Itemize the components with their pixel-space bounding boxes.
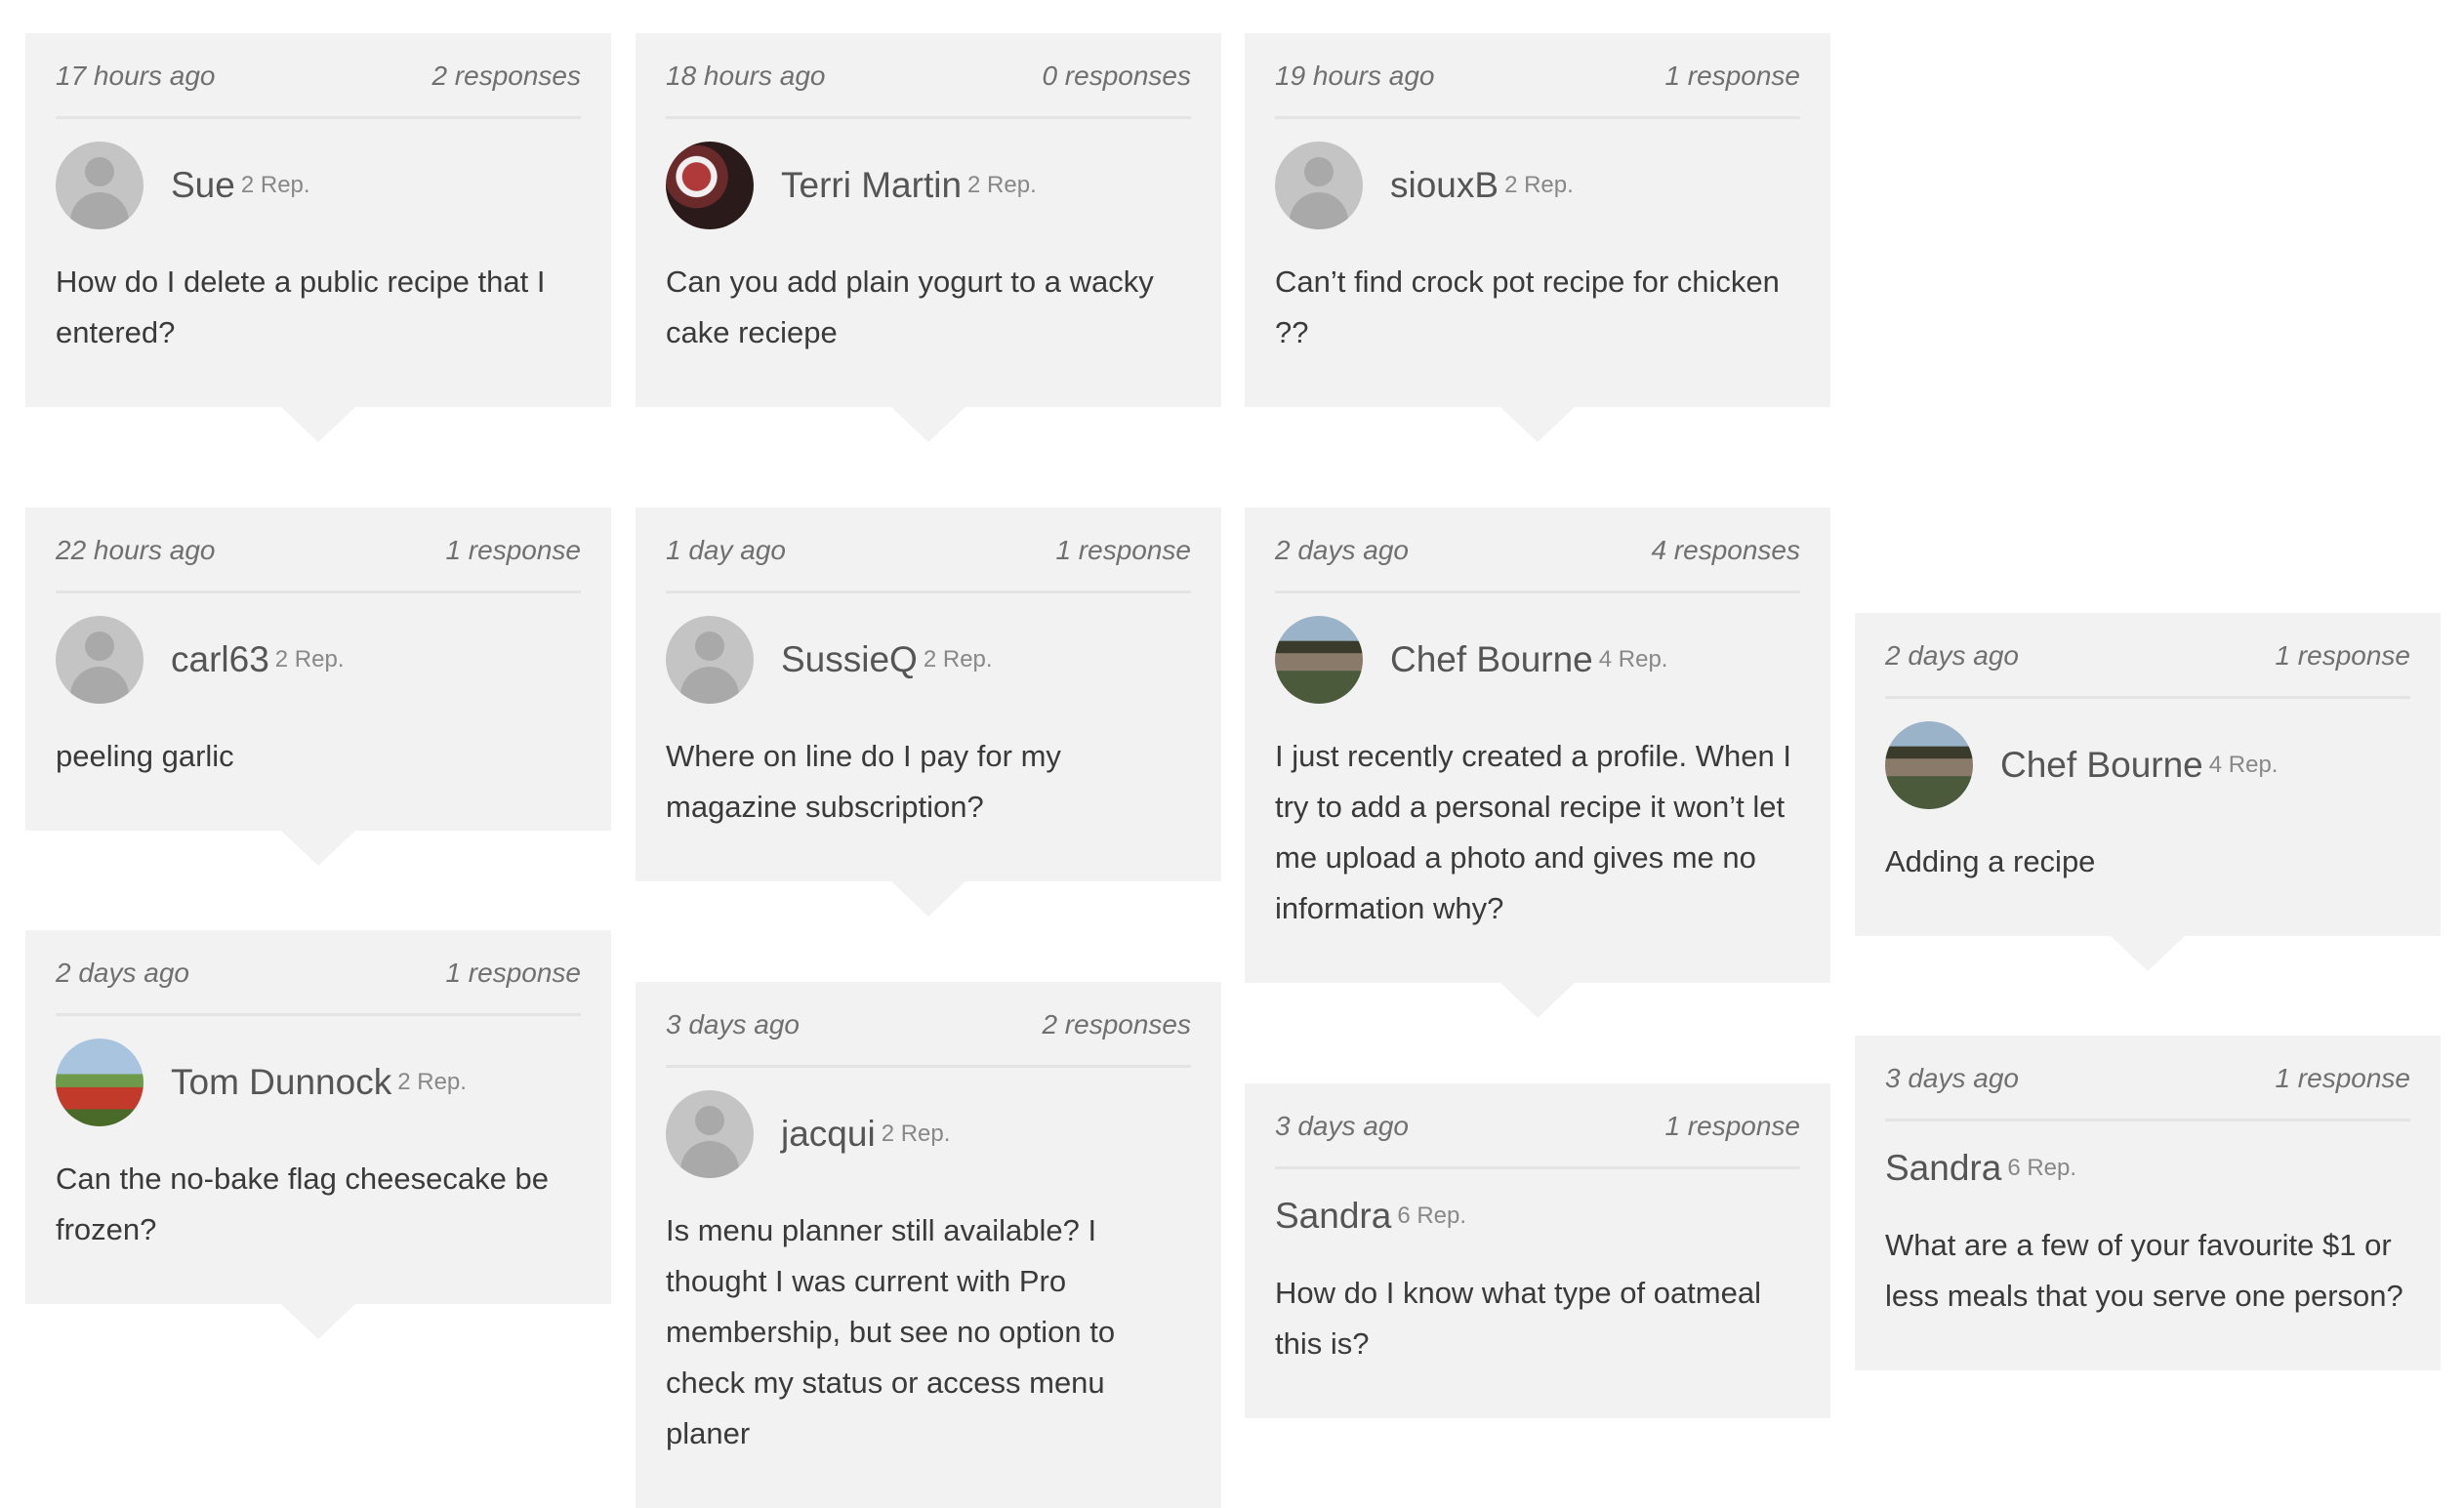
post-time: 2 days ago: [1885, 639, 2019, 671]
post-time: 3 days ago: [1275, 1110, 1409, 1141]
tractor-photo-avatar-icon[interactable]: [56, 1038, 144, 1126]
question-text[interactable]: Is menu planner still available? I thoug…: [666, 1200, 1191, 1508]
card-meta: 3 days ago 1 response: [1885, 1036, 2410, 1121]
username[interactable]: siouxB: [1390, 165, 1499, 206]
response-count[interactable]: 2 responses: [1042, 1009, 1191, 1040]
question-text[interactable]: How do I delete a public recipe that I e…: [56, 251, 581, 407]
question-text[interactable]: What are a few of your favourite $1 or l…: [1885, 1214, 2410, 1370]
username[interactable]: Sandra: [1885, 1148, 2001, 1189]
user-row: Chef Bourne 4 Rep.: [1275, 593, 1800, 725]
username[interactable]: Sandra: [1275, 1196, 1391, 1237]
default-avatar-icon[interactable]: [56, 141, 144, 229]
card-meta: 2 days ago 1 response: [56, 930, 581, 1016]
post-time: 1 day ago: [666, 534, 786, 565]
card-meta: 3 days ago 1 response: [1275, 1083, 1800, 1169]
question-text[interactable]: Can you add plain yogurt to a wacky cake…: [666, 251, 1191, 407]
username[interactable]: Terri Martin: [781, 165, 962, 206]
user-row: Sandra 6 Rep.: [1275, 1169, 1800, 1262]
response-count[interactable]: 1 response: [1664, 61, 1800, 92]
user-row: carl63 2 Rep.: [56, 593, 581, 725]
reputation: 2 Rep.: [967, 171, 1037, 198]
question-text[interactable]: I just recently created a profile. When …: [1275, 725, 1800, 983]
user-row: jacqui 2 Rep.: [666, 1068, 1191, 1200]
username[interactable]: Chef Bourne: [2000, 745, 2203, 786]
reputation: 2 Rep.: [923, 645, 993, 672]
question-card[interactable]: 2 days ago 1 response Tom Dunnock 2 Rep.…: [25, 930, 611, 1339]
question-text[interactable]: Can’t find crock pot recipe for chicken …: [1275, 251, 1800, 407]
post-time: 3 days ago: [1885, 1062, 2019, 1093]
card-meta: 19 hours ago 1 response: [1275, 33, 1800, 119]
response-count[interactable]: 1 response: [1664, 1111, 1800, 1142]
reputation: 2 Rep.: [881, 1120, 951, 1147]
question-card[interactable]: 1 day ago 1 response SussieQ 2 Rep. Wher…: [636, 508, 1221, 917]
question-card[interactable]: 2 days ago 4 responses Chef Bourne 4 Rep…: [1245, 508, 1830, 1018]
post-time: 17 hours ago: [56, 60, 216, 91]
chef-photo-avatar-icon[interactable]: [1275, 615, 1363, 704]
username[interactable]: Tom Dunnock: [171, 1062, 391, 1103]
post-time: 2 days ago: [1275, 534, 1409, 565]
question-text[interactable]: How do I know what type of oatmeal this …: [1275, 1262, 1800, 1418]
default-avatar-icon[interactable]: [666, 1089, 754, 1178]
response-count[interactable]: 4 responses: [1651, 535, 1800, 566]
response-count[interactable]: 1 response: [2275, 640, 2410, 672]
question-card[interactable]: 22 hours ago 1 response carl63 2 Rep. pe…: [25, 508, 611, 866]
username[interactable]: Chef Bourne: [1390, 639, 1593, 680]
card-meta: 2 days ago 4 responses: [1275, 508, 1800, 593]
user-row: Sue 2 Rep.: [56, 119, 581, 251]
response-count[interactable]: 0 responses: [1042, 61, 1191, 92]
reputation: 2 Rep.: [1504, 171, 1574, 198]
response-count[interactable]: 1 response: [445, 535, 581, 566]
question-text[interactable]: peeling garlic: [56, 725, 581, 831]
card-meta: 3 days ago 2 responses: [666, 982, 1191, 1068]
user-row: Terri Martin 2 Rep.: [666, 119, 1191, 251]
username[interactable]: SussieQ: [781, 639, 918, 680]
user-row: Tom Dunnock 2 Rep.: [56, 1016, 581, 1148]
response-count[interactable]: 1 response: [2275, 1063, 2410, 1094]
food-photo-avatar-icon[interactable]: [666, 141, 754, 229]
reputation: 2 Rep.: [274, 645, 345, 672]
username[interactable]: carl63: [171, 639, 269, 680]
question-card[interactable]: 3 days ago 2 responses jacqui 2 Rep. Is …: [636, 982, 1221, 1508]
card-meta: 2 days ago 1 response: [1885, 613, 2410, 699]
reputation: 2 Rep.: [240, 171, 310, 198]
question-card[interactable]: 2 days ago 1 response Chef Bourne 4 Rep.…: [1855, 613, 2441, 971]
reputation: 6 Rep.: [1397, 1202, 1467, 1229]
card-meta: 18 hours ago 0 responses: [666, 33, 1191, 119]
reputation: 6 Rep.: [2007, 1154, 2077, 1181]
question-card[interactable]: 17 hours ago 2 responses Sue 2 Rep. How …: [25, 33, 611, 442]
reputation: 2 Rep.: [397, 1068, 467, 1095]
post-time: 2 days ago: [56, 957, 189, 988]
question-text[interactable]: Can the no-bake flag cheesecake be froze…: [56, 1148, 581, 1304]
post-time: 22 hours ago: [56, 534, 216, 565]
question-text[interactable]: Where on line do I pay for my magazine s…: [666, 725, 1191, 881]
post-time: 18 hours ago: [666, 60, 826, 91]
chef-photo-avatar-icon[interactable]: [1885, 720, 1973, 809]
card-meta: 17 hours ago 2 responses: [56, 33, 581, 119]
question-card[interactable]: 3 days ago 1 response Sandra 6 Rep. What…: [1855, 1036, 2441, 1370]
question-text[interactable]: Adding a recipe: [1885, 831, 2410, 936]
question-card[interactable]: 3 days ago 1 response Sandra 6 Rep. How …: [1245, 1083, 1830, 1418]
question-card[interactable]: 18 hours ago 0 responses Terri Martin 2 …: [636, 33, 1221, 442]
default-avatar-icon[interactable]: [666, 615, 754, 704]
default-avatar-icon[interactable]: [56, 615, 144, 704]
response-count[interactable]: 2 responses: [431, 61, 581, 92]
post-time: 19 hours ago: [1275, 60, 1435, 91]
card-meta: 22 hours ago 1 response: [56, 508, 581, 593]
default-avatar-icon[interactable]: [1275, 141, 1363, 229]
reputation: 4 Rep.: [2208, 751, 2279, 778]
user-row: Chef Bourne 4 Rep.: [1885, 699, 2410, 831]
username[interactable]: jacqui: [781, 1114, 876, 1155]
response-count[interactable]: 1 response: [1055, 535, 1191, 566]
question-card[interactable]: 19 hours ago 1 response siouxB 2 Rep. Ca…: [1245, 33, 1830, 442]
card-meta: 1 day ago 1 response: [666, 508, 1191, 593]
reputation: 4 Rep.: [1598, 645, 1668, 672]
user-row: Sandra 6 Rep.: [1885, 1121, 2410, 1214]
post-time: 3 days ago: [666, 1008, 800, 1039]
user-row: SussieQ 2 Rep.: [666, 593, 1191, 725]
response-count[interactable]: 1 response: [445, 958, 581, 989]
user-row: siouxB 2 Rep.: [1275, 119, 1800, 251]
username[interactable]: Sue: [171, 165, 235, 206]
